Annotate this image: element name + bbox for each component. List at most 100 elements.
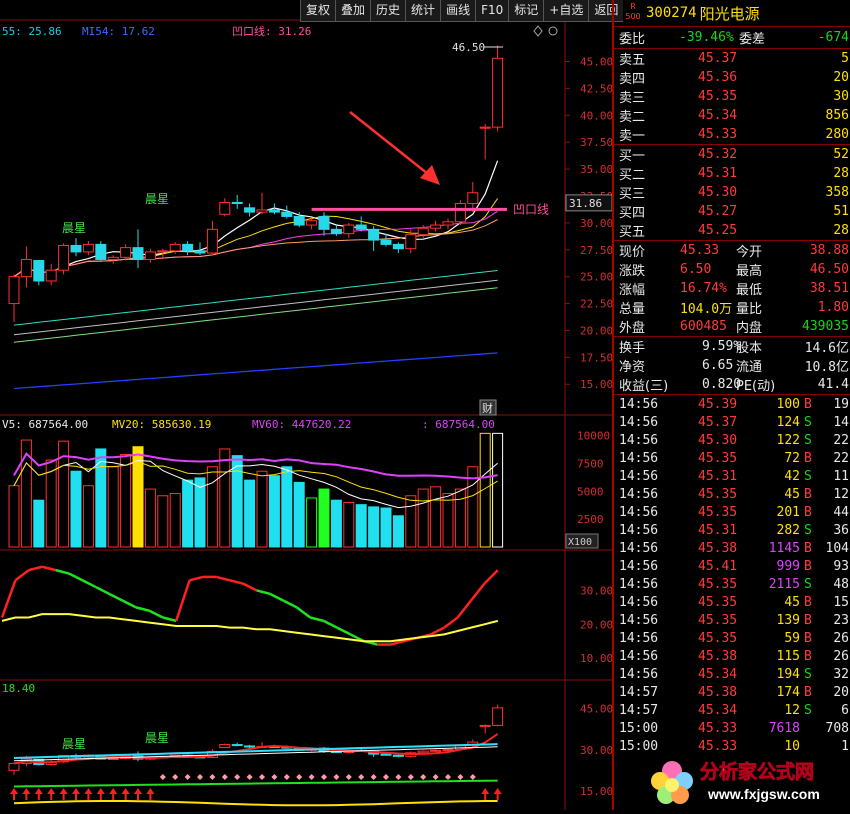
candle[interactable] [206,220,218,256]
candle[interactable] [454,200,466,226]
candle[interactable] [244,203,256,217]
order-row[interactable]: 买二 45.31 28 [614,164,850,183]
candle[interactable] [82,241,94,256]
bottom-candle[interactable] [392,754,404,758]
candle[interactable] [430,220,442,232]
volume-bar[interactable] [194,477,206,548]
candle[interactable] [368,226,380,251]
tick-row[interactable]: 14:56 45.31 42 S 11 [614,467,850,485]
tick-row[interactable]: 14:56 45.38 1145 B 104 [614,539,850,557]
toolbar-button-1[interactable]: 叠加 [335,0,371,22]
volume-bar[interactable] [33,499,45,548]
volume-bar[interactable] [343,501,355,548]
volume-bar[interactable] [306,497,318,548]
volume-bar[interactable] [244,479,256,548]
bottom-candle[interactable] [231,742,243,747]
candle[interactable] [107,255,119,264]
bottom-candle[interactable] [8,762,20,775]
volume-bar[interactable] [95,448,107,548]
volume-bar[interactable] [442,493,454,548]
candle[interactable] [330,225,342,236]
volume-bar[interactable] [157,495,169,548]
order-row[interactable]: 卖五 45.37 5 [614,49,850,68]
candle[interactable] [182,241,194,256]
volume-bar[interactable] [231,455,243,548]
bottom-candle[interactable] [132,751,144,762]
tick-row[interactable]: 14:56 45.35 72 B 22 [614,449,850,467]
candle[interactable] [45,263,57,286]
bottom-candle[interactable] [219,743,231,749]
candle[interactable] [343,222,355,238]
candle[interactable] [95,241,107,262]
volume-bar[interactable] [107,466,119,548]
volume-bar[interactable] [368,506,380,548]
volume-bar[interactable] [417,488,429,548]
candle[interactable] [281,205,293,219]
volume-bar[interactable] [268,475,280,548]
tick-row[interactable]: 14:56 45.35 45 B 15 [614,593,850,611]
candle[interactable] [442,218,454,230]
order-row[interactable]: 卖二 45.34 856 [614,106,850,125]
volume-bar[interactable] [219,448,231,548]
volume-bar[interactable] [256,470,268,548]
candle[interactable] [120,244,132,261]
tick-row[interactable]: 14:57 45.38 174 B 20 [614,683,850,701]
order-row[interactable]: 卖四 45.36 20 [614,68,850,87]
candle[interactable] [20,246,32,288]
kline-chart[interactable]: 45.0042.5040.0037.5035.0032.5030.0027.50… [0,0,612,810]
tick-row[interactable]: 14:56 45.37 124 S 14 [614,413,850,431]
toolbar-button-3[interactable]: 统计 [405,0,441,22]
tick-row[interactable]: 14:56 45.39 100 B 19 [614,395,850,413]
order-row[interactable]: 卖一 45.33 280 [614,125,850,144]
tick-row[interactable]: 14:56 45.34 194 S 32 [614,665,850,683]
bottom-candle[interactable] [430,749,442,752]
volume-bar[interactable] [330,499,342,548]
candle[interactable] [231,194,243,209]
volume-bar[interactable] [281,466,293,548]
tick-list[interactable]: 14:56 45.39 100 B 19 14:56 45.37 124 S 14 14:56 45.… [614,395,850,755]
circle-marker-icon[interactable] [548,26,558,36]
candle[interactable] [8,274,20,322]
order-row[interactable]: 买一 45.32 52 [614,145,850,164]
order-row[interactable]: 卖三 45.35 30 [614,87,850,106]
order-row[interactable]: 买三 45.30 358 [614,183,850,202]
finance-marker[interactable]: 财 [479,399,497,416]
tick-row[interactable]: 15:00 45.33 7618 708 [614,719,850,737]
candle[interactable] [492,45,504,132]
volume-bar[interactable] [380,507,392,548]
diamond-marker-icon[interactable] [533,25,543,37]
tick-row[interactable]: 14:56 45.38 115 B 26 [614,647,850,665]
volume-bar[interactable] [45,459,57,548]
order-row[interactable]: 买五 45.25 28 [614,221,850,240]
tick-row[interactable]: 14:56 45.35 59 B 26 [614,629,850,647]
volume-bar[interactable] [70,470,82,548]
order-row[interactable]: 买四 45.27 51 [614,202,850,221]
volume-bar[interactable] [293,481,305,548]
toolbar-button-6[interactable]: 标记 [508,0,544,22]
volume-bar[interactable] [82,485,94,548]
volume-bar[interactable] [206,466,218,548]
candle[interactable] [219,198,231,217]
volume-bar[interactable] [430,486,442,548]
volume-bar[interactable] [405,495,417,548]
toolbar-button-2[interactable]: 历史 [370,0,406,22]
candle[interactable] [256,192,268,215]
volume-bar[interactable] [144,488,156,548]
tick-row[interactable]: 14:56 45.30 122 S 22 [614,431,850,449]
volume-bar[interactable] [392,515,404,548]
volume-bar[interactable] [182,479,194,548]
candle[interactable] [33,260,45,286]
tick-row[interactable]: 14:56 45.35 139 B 23 [614,611,850,629]
toolbar-button-4[interactable]: 画线 [440,0,476,22]
tick-row[interactable]: 14:56 45.35 2115 S 48 [614,575,850,593]
toolbar-button-0[interactable]: 复权 [300,0,336,22]
candle[interactable] [355,216,367,232]
tick-row[interactable]: 14:56 45.31 282 S 36 [614,521,850,539]
volume-bar[interactable] [169,493,181,548]
candle[interactable] [144,248,156,263]
toolbar-button-5[interactable]: F10 [475,0,509,22]
candle[interactable] [132,229,144,269]
volume-bar[interactable] [8,485,20,548]
candle[interactable] [318,212,330,236]
tick-row[interactable]: 14:56 45.35 45 B 12 [614,485,850,503]
